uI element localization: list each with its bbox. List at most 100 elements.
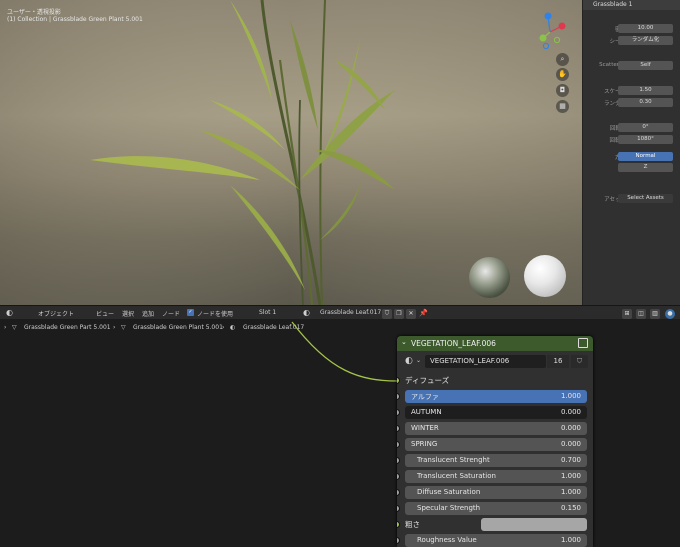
node-tree-icon[interactable]: ◐ (405, 356, 413, 366)
density-field[interactable]: 10.00 (618, 24, 673, 33)
properties-panel: Grassblade 1 密度 10.00 シード ランダム化 Scatter … (582, 0, 680, 305)
material-icon: ◐ (303, 308, 310, 317)
navigation-gizmo[interactable] (530, 8, 570, 50)
breadcrumb-object[interactable]: Grassblade Green Part 5.001 (24, 324, 111, 331)
object-menu[interactable]: オブジェクト (38, 309, 74, 318)
camera-icon[interactable]: ◘ (556, 84, 569, 97)
zoom-icon[interactable]: ⌕ (556, 53, 569, 66)
node-group-icon[interactable] (578, 338, 588, 348)
autumn-field[interactable]: AUTUMN 0.000 (405, 406, 587, 419)
mesh-data-icon: ▽ (121, 324, 126, 331)
input-label: 粗さ (405, 520, 420, 529)
fake-user-shield-icon[interactable]: ⛉ (382, 309, 392, 319)
3d-viewport[interactable]: ユーザー・透視投影 (1) Collection | Grassblade Gr… (0, 0, 582, 305)
spring-field[interactable]: SPRING 0.000 (405, 438, 587, 451)
input-diffuse: ディフューズ (397, 373, 593, 389)
input-socket[interactable] (397, 521, 400, 528)
input-autumn: AUTUMN 0.000 (397, 405, 593, 421)
roughness-color-swatch[interactable] (481, 518, 587, 531)
breadcrumb-material[interactable]: Grassblade Leaf.017 (243, 324, 304, 331)
translucent-saturation-field[interactable]: Translucent Saturation 1.000 (405, 470, 587, 483)
view-name: ユーザー・透視投影 (7, 9, 61, 16)
rotation-y-field[interactable]: 0° (618, 123, 673, 132)
active-item-label: Grassblade 1 (593, 1, 633, 8)
use-nodes-label: ノードを使用 (197, 311, 234, 318)
input-socket[interactable] (397, 473, 400, 480)
material-preview-sphere (524, 255, 566, 297)
input-roughness: 粗さ (397, 517, 593, 533)
prop-row-rotation-z: 回転 Z 1080° (583, 135, 680, 146)
scatter-self-field[interactable]: Self (618, 61, 673, 70)
roughness-value-field[interactable]: Roughness Value 1.000 (405, 534, 587, 547)
node-editor-header: ◐ オブジェクト ビュー 選択 追加 ノード ✓ ノードを使用 Slot 1 ◐… (0, 305, 680, 319)
input-roughness-value: Roughness Value 1.000 (397, 533, 593, 547)
material-ball-icon: ◐ (230, 324, 236, 331)
fake-user-shield-icon[interactable]: ⛉ (571, 355, 588, 368)
specular-strength-field[interactable]: Specular Strength 0.150 (405, 502, 587, 515)
sidebar-toggle-icon[interactable]: ◫ (636, 309, 646, 319)
input-diffuse-saturation: Diffuse Saturation 1.000 (397, 485, 593, 501)
randomize-button[interactable]: ランダム化 (618, 36, 673, 45)
user-count[interactable]: 16 (547, 355, 569, 368)
node-group-selector: ◐ ⌄ VEGETATION_LEAF.006 16 ⛉ (401, 355, 589, 368)
grid-view-icon[interactable]: ▦ (556, 100, 569, 113)
input-translucent-saturation: Translucent Saturation 1.000 (397, 469, 593, 485)
direction-normal-button[interactable]: Normal (618, 152, 673, 161)
select-assets-button[interactable]: Select Assets (618, 194, 673, 203)
menu-node[interactable]: ノード (162, 309, 180, 318)
pan-hand-icon[interactable]: ✋ (556, 68, 569, 81)
slot-selector[interactable]: Slot 1 (259, 309, 276, 316)
duplicate-material-icon[interactable]: ❐ (394, 309, 404, 319)
input-socket[interactable] (397, 489, 400, 496)
diffuse-saturation-field[interactable]: Diffuse Saturation 1.000 (405, 486, 587, 499)
input-socket[interactable] (397, 505, 400, 512)
dropdown-chevron-icon[interactable]: ⌄ (416, 357, 421, 364)
input-spring: SPRING 0.000 (397, 437, 593, 453)
pin-icon[interactable]: 📌 (419, 309, 428, 317)
unlink-icon[interactable]: ✕ (406, 309, 416, 319)
scale-field[interactable]: 1.50 (618, 86, 673, 95)
collection-info: (1) Collection | Grassblade Green Plant … (7, 16, 143, 23)
blender-logo-icon[interactable]: ● (665, 309, 675, 319)
editor-type-icon[interactable]: ◐ (6, 308, 13, 317)
input-socket[interactable] (397, 537, 400, 544)
random-field[interactable]: 0.30 (618, 98, 673, 107)
input-socket[interactable] (397, 409, 400, 416)
prop-row-seed: シード ランダム化 (583, 36, 680, 47)
material-name[interactable]: Grassblade Leaf.017 (320, 309, 381, 316)
overlay-toggle-icon[interactable]: ⊞ (622, 309, 632, 319)
input-specular-strength: Specular Strength 0.150 (397, 501, 593, 517)
translucent-strength-field[interactable]: Translucent Strenght 0.700 (405, 454, 587, 467)
menu-view[interactable]: ビュー (96, 309, 114, 318)
vegetation-leaf-group-node[interactable]: ⌄ VEGETATION_LEAF.006 ◐ ⌄ VEGETATION_LEA… (397, 336, 593, 547)
breadcrumb-mesh[interactable]: Grassblade Green Plant 5.001 (133, 324, 223, 331)
input-translucent-strength: Translucent Strenght 0.700 (397, 453, 593, 469)
prop-row-assets: アセット Select Assets (583, 194, 680, 205)
breadcrumb-chevron-icon: › (4, 324, 7, 331)
prop-row-scatter: Scatter E. Self (583, 61, 680, 72)
prop-row-random: ランダム 0.30 (583, 98, 680, 109)
menu-select[interactable]: 選択 (122, 309, 134, 318)
input-socket[interactable] (397, 393, 400, 400)
hdri-preview-sphere (469, 257, 510, 298)
node-group-name-field[interactable]: VEGETATION_LEAF.006 (425, 355, 546, 368)
input-socket[interactable] (397, 441, 400, 448)
collapse-chevron-icon[interactable]: ⌄ (401, 338, 407, 346)
use-nodes-checkbox[interactable]: ✓ (187, 309, 194, 316)
panel-top-field[interactable]: Grassblade 1 (583, 0, 680, 10)
node-title-bar[interactable]: ⌄ VEGETATION_LEAF.006 (397, 336, 593, 351)
prop-row-density: 密度 10.00 (583, 24, 680, 35)
input-socket[interactable] (397, 377, 400, 384)
input-label: ディフューズ (405, 376, 450, 385)
alpha-field[interactable]: アルファ 1.000 (405, 390, 587, 403)
direction-z-button[interactable]: Z (618, 163, 673, 172)
split-view-icon[interactable]: ▥ (650, 309, 660, 319)
winter-field[interactable]: WINTER 0.000 (405, 422, 587, 435)
input-socket[interactable] (397, 457, 400, 464)
input-socket[interactable] (397, 425, 400, 432)
menu-add[interactable]: 追加 (142, 309, 154, 318)
rotation-z-field[interactable]: 1080° (618, 135, 673, 144)
mesh-icon: ▽ (12, 324, 17, 331)
prop-row-scale: スケール 1.50 (583, 86, 680, 97)
prop-row-rotation-y: 回転 Y 0° (583, 123, 680, 134)
